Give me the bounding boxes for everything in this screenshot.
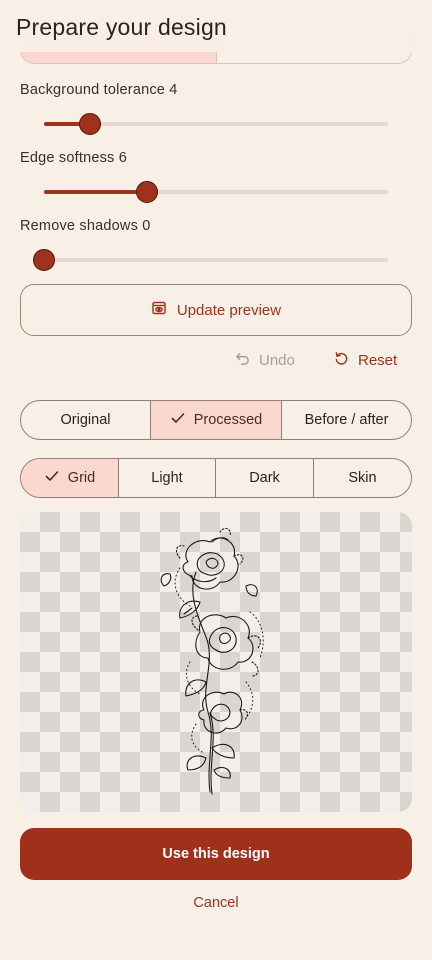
remove-shadows-slider[interactable] [33, 249, 388, 271]
edge-softness-label: Edge softness 6 [20, 150, 127, 166]
use-design-button[interactable]: Use this design [20, 828, 412, 880]
background-skin[interactable]: Skin [314, 459, 411, 497]
slider-thumb[interactable] [78, 113, 101, 135]
background-label: Dark [249, 470, 280, 486]
remove-shadows-label: Remove shadows 0 [20, 218, 151, 234]
reset-icon [333, 350, 350, 371]
check-icon [44, 468, 60, 488]
view-mode-label: Before / after [304, 412, 389, 428]
view-mode-processed[interactable]: Processed [151, 401, 282, 439]
update-preview-button[interactable]: Update preview [20, 284, 412, 336]
background-label: Light [151, 470, 183, 486]
eye-frame-icon [151, 300, 167, 320]
edge-softness-slider[interactable] [44, 181, 388, 203]
undo-icon [234, 350, 251, 371]
slider-thumb[interactable] [33, 249, 55, 271]
view-mode-label: Processed [193, 412, 263, 428]
background-label: Grid [67, 470, 96, 486]
cancel-button[interactable]: Cancel [0, 895, 432, 911]
undo-label: Undo [259, 352, 295, 369]
update-preview-label: Update preview [176, 301, 282, 319]
background-toggle: Grid Light Dark Skin [20, 458, 412, 498]
background-light[interactable]: Light [119, 459, 216, 497]
check-icon [170, 410, 186, 430]
slider-fill [44, 190, 148, 194]
background-dark[interactable]: Dark [216, 459, 314, 497]
view-mode-original[interactable]: Original [21, 401, 151, 439]
undo-button[interactable]: Undo [234, 350, 295, 371]
page-title: Prepare your design [16, 14, 227, 40]
background-label: Skin [348, 470, 377, 486]
peony-design-image [160, 527, 264, 795]
background-tolerance-slider[interactable] [44, 113, 388, 135]
reset-button[interactable]: Reset [333, 350, 397, 371]
slider-thumb[interactable] [136, 181, 159, 203]
background-tolerance-label: Background tolerance 4 [20, 82, 178, 98]
view-mode-label: Original [60, 412, 111, 428]
design-preview [20, 512, 412, 812]
reset-label: Reset [358, 352, 398, 369]
view-mode-toggle: Original Processed Before / after [20, 400, 412, 440]
view-mode-before-after[interactable]: Before / after [282, 401, 411, 439]
background-grid[interactable]: Grid [21, 459, 119, 497]
